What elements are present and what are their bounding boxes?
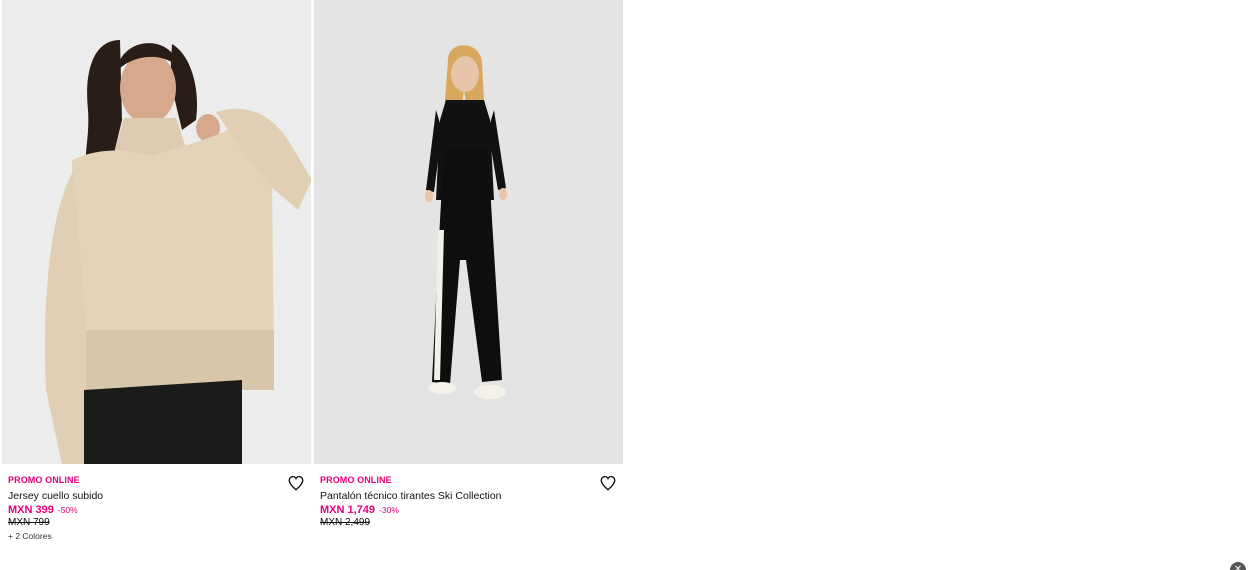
price-row: MXN 399 -50% [8, 504, 305, 516]
color-options[interactable]: + 2 Colores [8, 531, 305, 541]
discount-badge: -50% [57, 505, 78, 515]
product-info: PROMO ONLINE Pantalón técnico tirantes S… [314, 464, 623, 528]
product-name[interactable]: Jersey cuello subido [8, 489, 305, 503]
promo-badge: PROMO ONLINE [8, 475, 80, 485]
product-info: PROMO ONLINE Jersey cuello subido MXN 39… [2, 464, 311, 541]
heart-outline-icon[interactable] [287, 474, 305, 492]
product-image[interactable] [314, 0, 623, 464]
product-name[interactable]: Pantalón técnico tirantes Ski Collection [320, 489, 617, 503]
product-card[interactable]: PROMO ONLINE Jersey cuello subido MXN 39… [2, 0, 311, 541]
current-price: MXN 1,749 [320, 504, 376, 516]
product-card[interactable]: PROMO ONLINE Pantalón técnico tirantes S… [314, 0, 623, 541]
product-listing-page: PROMO ONLINE Jersey cuello subido MXN 39… [0, 0, 1250, 570]
price-row: MXN 1,749 -30% [320, 504, 617, 516]
current-price: MXN 399 [8, 504, 54, 516]
close-icon[interactable]: ✕ [1230, 562, 1246, 570]
heart-outline-icon[interactable] [599, 474, 617, 492]
product-image[interactable] [2, 0, 311, 464]
discount-badge: -30% [379, 505, 399, 515]
original-price: MXN 799 [8, 517, 50, 528]
original-price: MXN 2,499 [320, 517, 371, 528]
promo-badge: PROMO ONLINE [320, 475, 392, 485]
product-grid: PROMO ONLINE Jersey cuello subido MXN 39… [2, 0, 623, 541]
